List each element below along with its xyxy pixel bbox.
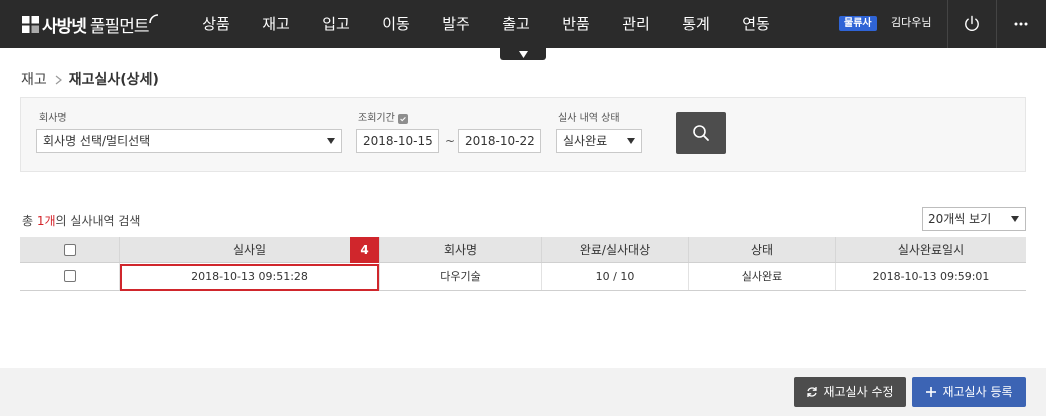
caret-down-icon [1011, 216, 1019, 222]
status-label: 실사 내역 상태 [558, 112, 620, 126]
logo-icon [22, 15, 39, 33]
plus-icon [926, 387, 937, 397]
caret-down-icon [627, 138, 635, 144]
logo-subtext: 풀필먼트 [89, 16, 150, 37]
top-nav-bar: 사방넷 풀필먼트 상품 재고 입고 이동 발주 출고 반품 관리 통계 연동 물… [0, 0, 1046, 48]
summary-prefix: 총 [22, 214, 37, 228]
company-select[interactable]: 회사명 선택/멀티선택 [36, 129, 342, 153]
search-button[interactable] [676, 112, 726, 154]
register-stocktake-button[interactable]: 재고실사 등록 [912, 377, 1026, 407]
logo-text: 사방넷 [42, 16, 87, 37]
nav-item-stats[interactable]: 통계 [666, 0, 726, 48]
logout-button[interactable] [948, 0, 996, 48]
main-nav: 상품 재고 입고 이동 발주 출고 반품 관리 통계 연동 [186, 0, 786, 48]
status-select-value: 실사완료 [563, 134, 608, 148]
logo-arc-icon [149, 14, 159, 24]
completed-at-cell: 2018-10-13 09:59:01 [872, 270, 990, 283]
company-label-text: 회사명 [39, 113, 67, 124]
stocktake-date-cell[interactable]: 2018-10-13 09:51:28 [120, 263, 380, 290]
breadcrumb: 재고 재고실사(상세) [21, 70, 159, 90]
column-header-date[interactable]: 실사일 [120, 237, 380, 262]
progress-cell: 10 / 10 [542, 263, 689, 290]
date-separator: ~ [445, 134, 456, 148]
page-size-value: 20개씩 보기 [928, 212, 992, 226]
column-header-status[interactable]: 상태 [689, 237, 836, 262]
row-checkbox[interactable] [63, 270, 76, 282]
company-label: 회사명 [39, 112, 67, 126]
search-icon [693, 125, 709, 141]
status-label-text: 실사 내역 상태 [558, 113, 620, 124]
row-select-cell [20, 263, 120, 290]
company-cell: 다우기술 [380, 263, 542, 290]
breadcrumb-parent[interactable]: 재고 [21, 70, 47, 90]
status-select[interactable]: 실사완료 [556, 129, 642, 153]
table-row[interactable]: 2018-10-13 09:51:28 다우기술 10 / 10 실사완료 20… [20, 263, 1026, 291]
more-icon [1014, 22, 1028, 26]
refresh-icon [807, 387, 818, 397]
logo[interactable]: 사방넷 풀필먼트 [22, 12, 159, 37]
nav-collapse-toggle[interactable] [500, 48, 546, 60]
select-all-cell [20, 237, 120, 262]
select-all-checkbox[interactable] [63, 243, 76, 256]
company-type-badge: 물류사 [839, 16, 877, 31]
result-count: 1개 [36, 214, 56, 228]
more-button[interactable] [997, 0, 1045, 48]
nav-item-products[interactable]: 상품 [186, 0, 246, 48]
user-name[interactable]: 김다우님 [891, 14, 931, 32]
table-header: 실사일 회사명 완료/실사대상 상태 실사완료일시 [20, 237, 1026, 263]
period-label-text: 조회기간 [358, 113, 395, 124]
edit-stocktake-button[interactable]: 재고실사 수정 [794, 377, 906, 407]
period-check-icon[interactable] [397, 114, 408, 124]
nav-item-outbound[interactable]: 출고 [486, 0, 546, 48]
nav-item-inbound[interactable]: 입고 [306, 0, 366, 48]
stocktake-table: 실사일 회사명 완료/실사대상 상태 실사완료일시 2018-10-13 09:… [20, 237, 1026, 291]
power-icon [965, 15, 979, 31]
company-select-value: 회사명 선택/멀티선택 [43, 134, 151, 148]
nav-item-transfer[interactable]: 이동 [366, 0, 426, 48]
search-filter-panel: 회사명 회사명 선택/멀티선택 조회기간 2018-10-15 ~ 2018-1… [20, 97, 1026, 172]
status-cell: 실사완료 [689, 263, 836, 290]
caret-down-icon [327, 138, 335, 144]
result-summary: 총 1개의 실사내역 검색 [22, 213, 140, 229]
nav-item-inventory[interactable]: 재고 [246, 0, 306, 48]
nav-item-manage[interactable]: 관리 [606, 0, 666, 48]
column-header-company[interactable]: 회사명 [380, 237, 542, 262]
date-to-input[interactable]: 2018-10-22 [458, 129, 541, 153]
date-from-input[interactable]: 2018-10-15 [356, 129, 439, 153]
page-size-select[interactable]: 20개씩 보기 [922, 207, 1026, 231]
step-number-badge: 4 [350, 237, 379, 263]
triangle-down-icon [518, 50, 528, 58]
page-title: 재고실사(상세) [68, 72, 159, 88]
nav-item-returns[interactable]: 반품 [546, 0, 606, 48]
nav-item-integration[interactable]: 연동 [726, 0, 786, 48]
column-header-progress[interactable]: 완료/실사대상 [542, 237, 689, 262]
register-stocktake-label: 재고실사 등록 [942, 385, 1013, 399]
summary-suffix: 의 실사내역 검색 [55, 214, 141, 228]
nav-item-order[interactable]: 발주 [426, 0, 486, 48]
column-header-completed-at[interactable]: 실사완료일시 [836, 237, 1026, 262]
edit-stocktake-label: 재고실사 수정 [823, 385, 894, 399]
period-label: 조회기간 [358, 112, 408, 126]
chevron-right-icon [55, 75, 62, 85]
